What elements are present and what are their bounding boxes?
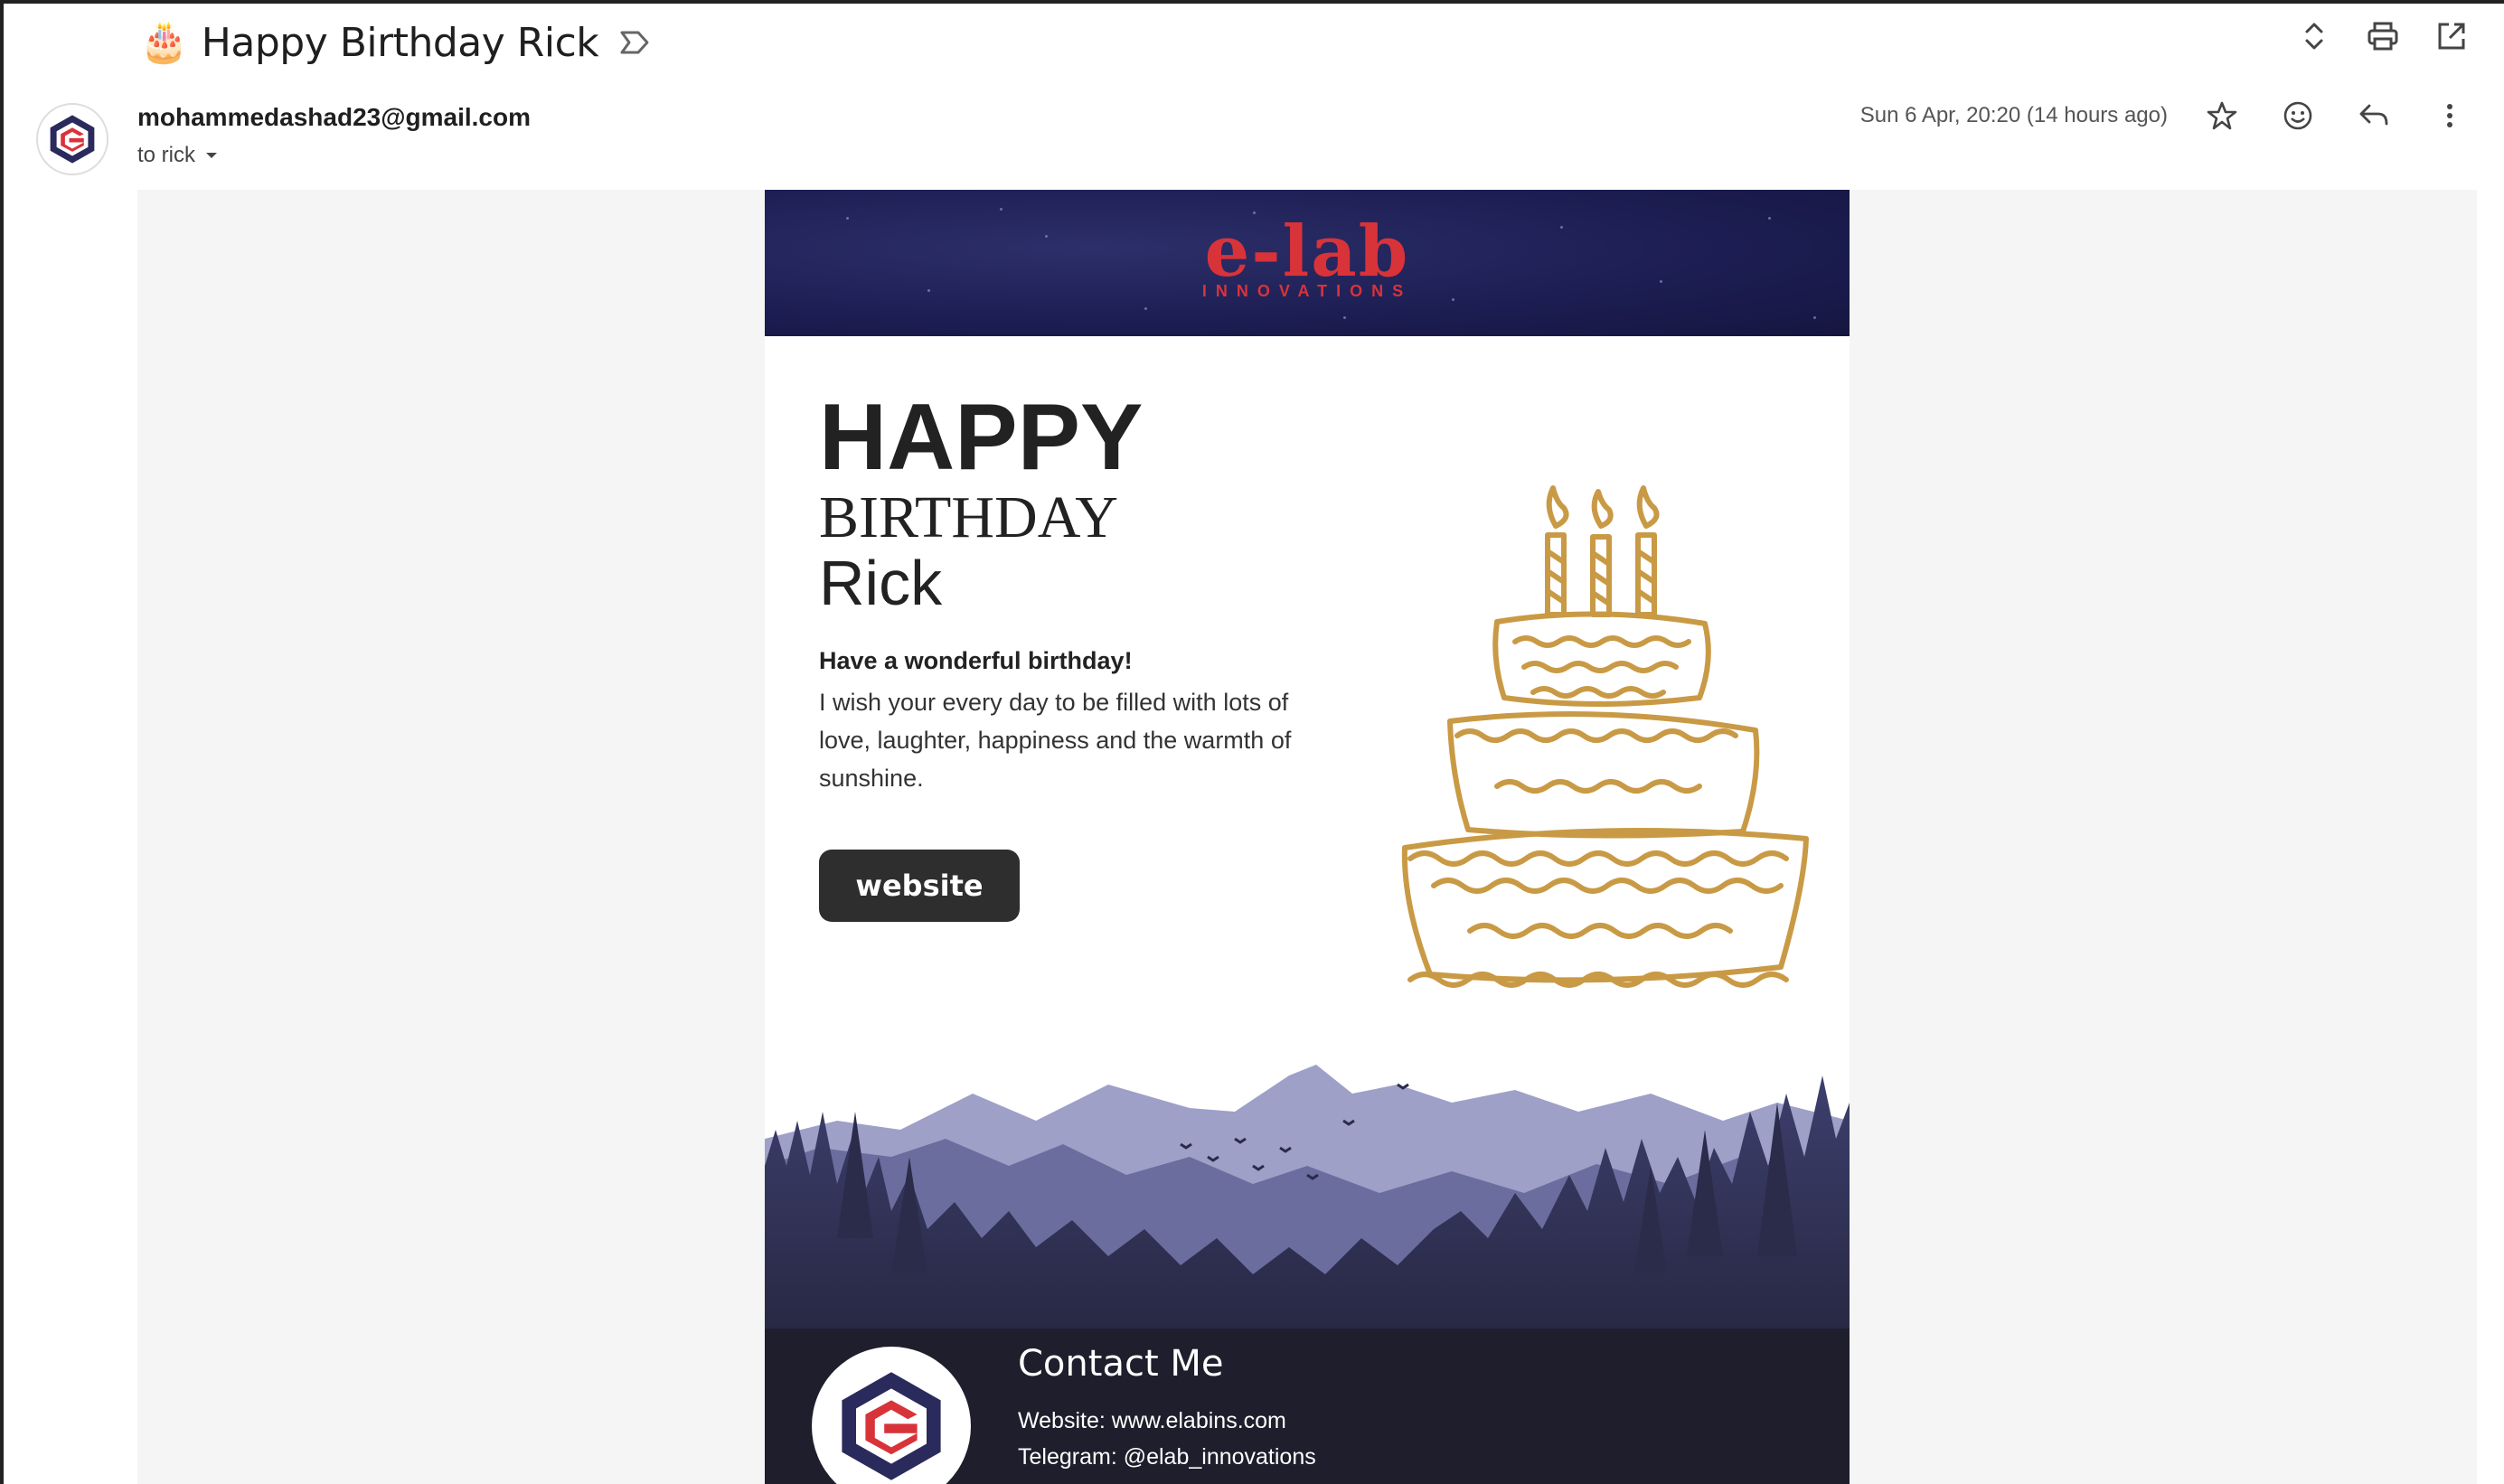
message-date: Sun 6 Apr, 20:20 (14 hours ago) bbox=[1859, 103, 2168, 127]
email-window: 🎂 Happy Birthday Rick mohammedashad23@gm… bbox=[0, 0, 2504, 1484]
subject-title: Happy Birthday Rick bbox=[201, 19, 599, 66]
print-icon[interactable] bbox=[2367, 20, 2399, 52]
sender-email[interactable]: mohammedashad23@gmail.com bbox=[137, 103, 531, 132]
heading-birthday: BIRTHDAY bbox=[819, 484, 1118, 550]
website-button[interactable]: website bbox=[819, 850, 1020, 922]
chevron-down-icon bbox=[206, 153, 218, 158]
contact-telegram[interactable]: Telegram: @elab_innovations bbox=[1018, 1444, 1316, 1470]
open-in-new-window-icon[interactable] bbox=[2435, 20, 2468, 52]
more-options-icon[interactable] bbox=[2432, 98, 2468, 134]
greeting-lead: Have a wonderful birthday! bbox=[819, 647, 1133, 674]
email-subject: 🎂 Happy Birthday Rick bbox=[139, 14, 651, 70]
brand-name: e-lab bbox=[1204, 211, 1410, 293]
reply-icon[interactable] bbox=[2356, 98, 2392, 134]
contact-title: Contact Me bbox=[1018, 1343, 1224, 1385]
heading-name: Rick bbox=[819, 548, 943, 618]
cake-emoji: 🎂 bbox=[139, 20, 189, 64]
contact-logo bbox=[812, 1347, 971, 1484]
emoji-reaction-icon[interactable] bbox=[2280, 98, 2316, 134]
brand-tagline: INNOVATIONS bbox=[1201, 282, 1413, 300]
brand-banner: e-lab INNOVATIONS bbox=[765, 190, 1850, 336]
star-icon[interactable] bbox=[2204, 98, 2240, 134]
top-toolbar bbox=[2298, 20, 2468, 52]
expand-icon[interactable] bbox=[2298, 20, 2330, 52]
email-content: e-lab INNOVATIONS HAPPY BIRTHDAY Rick Ha… bbox=[765, 190, 1850, 1484]
birthday-cake-illustration bbox=[1401, 485, 1809, 988]
avatar[interactable] bbox=[36, 103, 108, 175]
brand-logo: e-lab INNOVATIONS bbox=[765, 217, 1850, 301]
message-actions: Sun 6 Apr, 20:20 (14 hours ago) bbox=[1860, 98, 2468, 134]
contact-website[interactable]: Website: www.elabins.com bbox=[1018, 1408, 1286, 1434]
recipient-label: to rick bbox=[137, 143, 196, 167]
recipient-dropdown[interactable]: to rick bbox=[137, 143, 219, 168]
label-icon[interactable] bbox=[618, 29, 651, 56]
heading-happy: HAPPY bbox=[819, 385, 1144, 490]
greeting-message: I wish your every day to be filled with … bbox=[819, 689, 1292, 792]
